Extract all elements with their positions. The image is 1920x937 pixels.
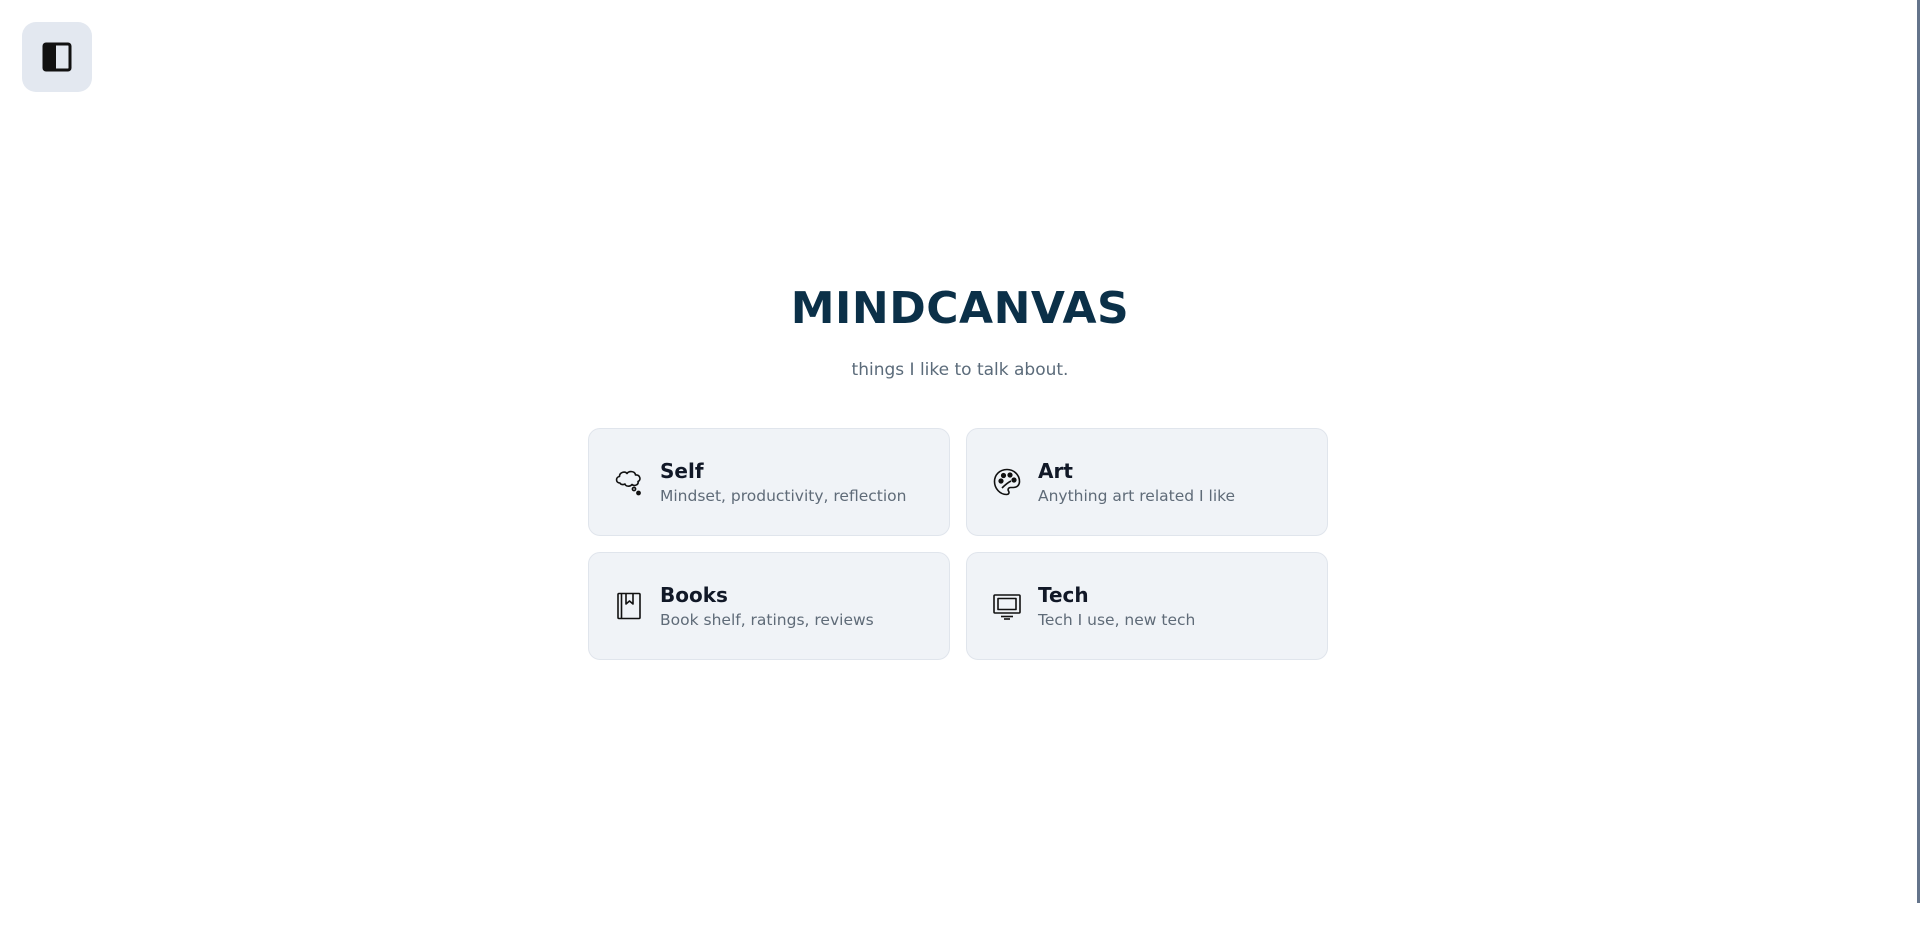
category-card-tech[interactable]: Tech Tech I use, new tech [966,552,1328,660]
category-title: Books [660,582,728,607]
category-grid: Self Mindset, productivity, reflection A… [588,428,1328,660]
site-tagline: things I like to talk about. [851,360,1069,380]
category-description: Mindset, productivity, reflection [660,486,907,505]
category-title: Art [1038,458,1073,483]
category-description: Anything art related I like [1038,486,1236,505]
sidebar-toggle-button[interactable] [22,22,92,92]
category-card-self[interactable]: Self Mindset, productivity, reflection [588,428,950,536]
page: MINDCANVAS things I like to talk about. … [0,0,1920,937]
category-description: Tech I use, new tech [1038,610,1196,629]
thought-bubble-icon [613,466,645,498]
category-title: Tech [1038,582,1089,607]
sidebar-toggle-icon [42,42,72,72]
book-bookmark-icon [613,590,645,622]
hero: MINDCANVAS things I like to talk about. [0,280,1920,382]
category-description: Book shelf, ratings, reviews [660,610,874,629]
site-title: MINDCANVAS [790,283,1130,334]
category-card-art[interactable]: Art Anything art related I like [966,428,1328,536]
category-title: Self [660,458,704,483]
category-card-books[interactable]: Books Book shelf, ratings, reviews [588,552,950,660]
monitor-icon [991,590,1023,622]
palette-icon [991,466,1023,498]
